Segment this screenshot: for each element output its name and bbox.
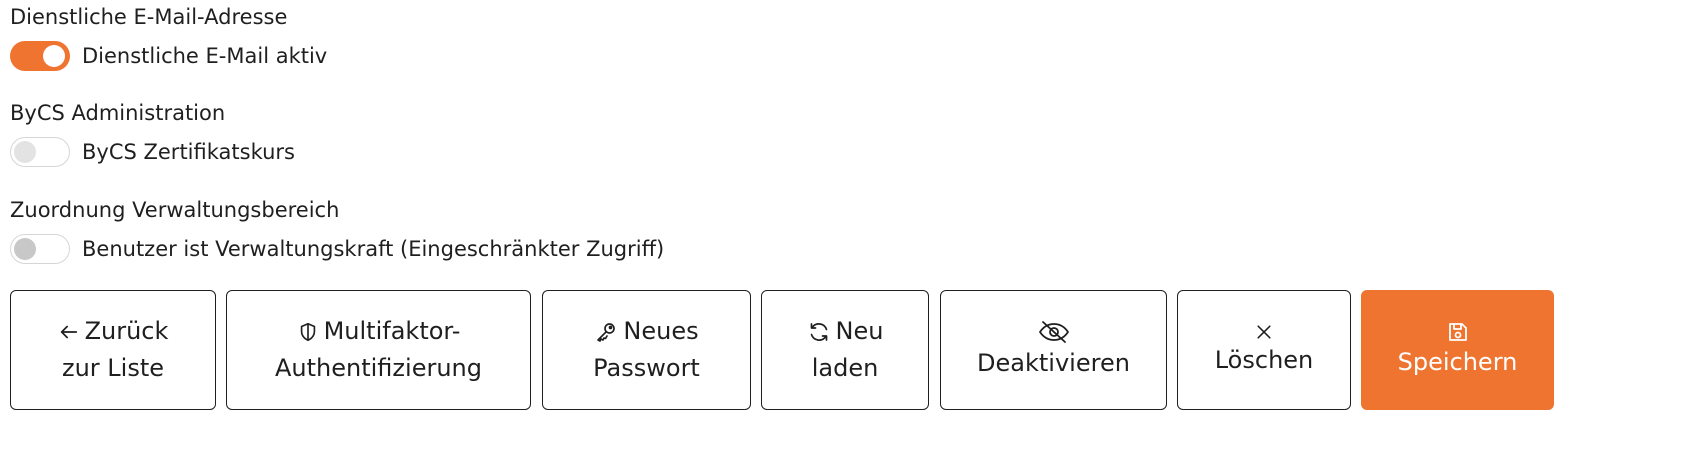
save-button-label: Speichern xyxy=(1397,347,1518,376)
toggle-row-bycs-certificate: ByCS Zertifikatskurs xyxy=(10,137,295,167)
toggle-knob xyxy=(14,141,36,163)
deactivate-button-icon-line xyxy=(1038,319,1070,345)
back-button-line1: Zurück xyxy=(58,313,169,350)
back-button-label-line2: zur Liste xyxy=(61,354,165,382)
mfa-button-label-line2: Authentifizierung xyxy=(275,354,482,382)
deactivate-button[interactable]: Deaktivieren xyxy=(940,290,1167,410)
toggle-knob xyxy=(43,45,65,67)
administrative-staff-toggle-label: Benutzer ist Verwaltungskraft (Eingeschr… xyxy=(82,237,665,261)
reload-button-label-line1: Neu xyxy=(835,317,884,345)
eye-off-icon xyxy=(1038,319,1070,345)
password-button-label-line2: Passwort xyxy=(593,354,700,382)
toggle-row-official-email: Dienstliche E-Mail aktiv xyxy=(10,41,327,71)
mfa-button-line1: Multifaktor- xyxy=(297,313,461,350)
administrative-staff-toggle[interactable] xyxy=(10,234,70,264)
back-to-list-button[interactable]: Zurück zur Liste xyxy=(10,290,216,410)
delete-button[interactable]: Löschen xyxy=(1177,290,1351,410)
official-email-toggle-label: Dienstliche E-Mail aktiv xyxy=(82,44,328,68)
section-title-official-email: Dienstliche E-Mail-Adresse xyxy=(10,5,288,29)
reload-button[interactable]: Neu laden xyxy=(761,290,929,410)
toggle-knob xyxy=(14,238,36,260)
section-title-bycs-administration: ByCS Administration xyxy=(10,101,226,125)
arrow-left-icon xyxy=(58,321,80,343)
password-button-label-line1: Neues xyxy=(623,317,699,345)
bycs-certificate-toggle[interactable] xyxy=(10,137,70,167)
refresh-icon xyxy=(807,320,831,344)
reload-button-label-line2: laden xyxy=(811,354,879,382)
new-password-button[interactable]: Neues Passwort xyxy=(542,290,751,410)
official-email-toggle[interactable] xyxy=(10,41,70,71)
deactivate-button-label: Deaktivieren xyxy=(977,348,1130,377)
delete-button-label: Löschen xyxy=(1214,345,1314,374)
multifactor-auth-button[interactable]: Multifaktor- Authentifizierung xyxy=(226,290,531,410)
toggle-row-administrative-staff: Benutzer ist Verwaltungskraft (Eingeschr… xyxy=(10,234,664,264)
save-icon xyxy=(1446,320,1470,344)
shield-icon xyxy=(297,321,319,343)
key-icon xyxy=(594,320,618,344)
mfa-button-label-line1: Multifaktor- xyxy=(323,317,461,345)
bycs-certificate-toggle-label: ByCS Zertifikatskurs xyxy=(82,140,295,164)
delete-button-icon-line xyxy=(1254,322,1274,342)
save-button[interactable]: Speichern xyxy=(1361,290,1554,410)
section-title-administration-area: Zuordnung Verwaltungsbereich xyxy=(10,198,340,222)
close-icon xyxy=(1254,322,1274,342)
save-button-icon-line xyxy=(1446,320,1470,344)
reload-button-line1: Neu xyxy=(807,313,884,350)
back-button-label-line1: Zurück xyxy=(84,317,169,345)
password-button-line1: Neues xyxy=(594,313,699,350)
